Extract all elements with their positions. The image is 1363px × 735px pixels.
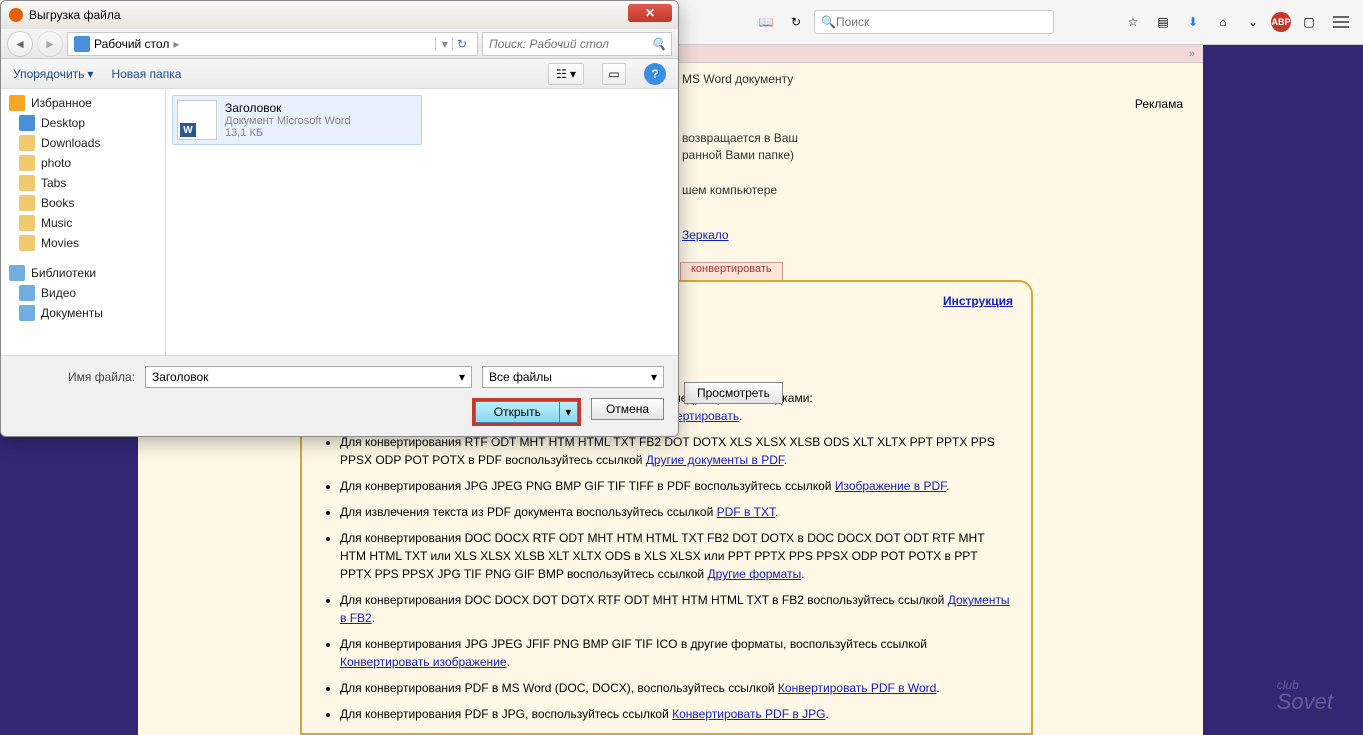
ad-label: Реклама (1135, 97, 1183, 111)
open-dropdown-button[interactable]: ▾ (560, 401, 578, 423)
dialog-sidebar: Избранное Desktop Downloads photo Tabs B… (1, 89, 166, 355)
page-text: возвращается в Ваш (682, 131, 798, 145)
star-icon (9, 95, 25, 111)
home-icon[interactable]: ⌂ (1211, 10, 1235, 34)
sidebar-item-downloads[interactable]: Downloads (1, 133, 165, 153)
folder-icon (19, 235, 35, 251)
page-text: MS Word документу (682, 72, 793, 86)
menu-icon[interactable] (1327, 8, 1355, 36)
filter-select[interactable]: Все файлы▾ (482, 366, 664, 388)
breadcrumb-dropdown-icon[interactable]: ▾ (435, 37, 448, 51)
close-button[interactable]: ✕ (628, 4, 672, 22)
word-file-icon (177, 100, 217, 140)
file-size: 13,1 КБ (225, 127, 351, 139)
pdf-to-word-link[interactable]: Конвертировать PDF в Word (778, 681, 936, 695)
dialog-footer: Имя файла: Заголовок▾ Все файлы▾ Открыть… (1, 355, 678, 436)
file-type: Документ Microsoft Word (225, 115, 351, 127)
chevron-down-icon: ▾ (651, 370, 657, 384)
sidebar-item-documents[interactable]: Документы (1, 303, 165, 323)
file-list[interactable]: Заголовок Документ Microsoft Word 13,1 К… (166, 89, 678, 355)
convert-image-link[interactable]: Конвертировать изображение (340, 655, 507, 669)
organize-button[interactable]: Упорядочить ▾ (13, 67, 93, 81)
sidebar-item-tabs[interactable]: Tabs (1, 173, 165, 193)
open-button-highlight: Открыть ▾ (472, 398, 581, 426)
documents-icon (19, 305, 35, 321)
bookmark-icon[interactable]: ☆ (1121, 10, 1145, 34)
filename-input[interactable]: Заголовок▾ (145, 366, 472, 388)
open-button[interactable]: Открыть (475, 401, 560, 423)
library-icon[interactable]: ▤ (1151, 10, 1175, 34)
mirror-link[interactable]: Зеркало (682, 228, 729, 242)
breadcrumb[interactable]: Рабочий стол ▸ ▾ ↻ (67, 32, 478, 56)
video-icon (19, 285, 35, 301)
file-item[interactable]: Заголовок Документ Microsoft Word 13,1 К… (172, 95, 422, 145)
cancel-button[interactable]: Отмена (591, 398, 664, 420)
search-icon: 🔍 (651, 37, 665, 51)
favorites-header[interactable]: Избранное (1, 93, 165, 113)
desktop-icon (19, 115, 35, 131)
sidebar-item-desktop[interactable]: Desktop (1, 113, 165, 133)
search-input[interactable]: 🔍 (814, 10, 1054, 34)
sidebar-item-books[interactable]: Books (1, 193, 165, 213)
filename-label: Имя файла: (15, 370, 135, 384)
pdf-to-txt-link[interactable]: PDF в TXT (717, 505, 775, 519)
dialog-nav: ◄ ► Рабочий стол ▸ ▾ ↻ 🔍 (1, 29, 678, 59)
dialog-title: Выгрузка файла (29, 8, 121, 22)
dialog-titlebar[interactable]: Выгрузка файла ✕ (1, 1, 678, 29)
forward-button[interactable]: ► (37, 31, 63, 57)
sidebar-item-movies[interactable]: Movies (1, 233, 165, 253)
instructions-link[interactable]: Инструкция (943, 294, 1013, 308)
sidebar-item-music[interactable]: Music (1, 213, 165, 233)
folder-icon (19, 215, 35, 231)
refresh-icon[interactable]: ↻ (784, 10, 808, 34)
pdf-to-jpg-link[interactable]: Конвертировать PDF в JPG (672, 707, 825, 721)
preview-button[interactable]: ▭ (602, 63, 626, 85)
search-field[interactable] (836, 15, 1047, 29)
file-name: Заголовок (225, 101, 351, 115)
file-upload-dialog: Выгрузка файла ✕ ◄ ► Рабочий стол ▸ ▾ ↻ … (0, 0, 679, 437)
refresh-icon[interactable]: ↻ (452, 37, 471, 51)
chevron-down-icon: ▾ (459, 370, 465, 384)
reader-icon[interactable]: 📖 (754, 10, 778, 34)
download-icon[interactable]: ⬇ (1181, 10, 1205, 34)
browse-button[interactable]: Просмотреть (684, 382, 783, 404)
page-text: ранной Вами папке) (682, 148, 794, 162)
page-text: шем компьютере (682, 183, 777, 197)
other-docs-pdf-link[interactable]: Другие документы в PDF (646, 453, 784, 467)
search-icon: 🔍 (821, 15, 836, 29)
dialog-search[interactable]: 🔍 (482, 32, 672, 56)
view-options-button[interactable]: ☷ ▾ (548, 63, 584, 85)
firefox-icon (9, 8, 23, 22)
chevron-down-icon: ▾ (87, 67, 93, 81)
dialog-toolbar: Упорядочить ▾ Новая папка ☷ ▾ ▭ ? (1, 59, 678, 89)
sidebar-item-photo[interactable]: photo (1, 153, 165, 173)
help-button[interactable]: ? (644, 63, 666, 85)
adblock-icon[interactable]: ABP (1271, 12, 1291, 32)
desktop-icon (74, 36, 90, 52)
libraries-header[interactable]: Библиотеки (1, 263, 165, 283)
pocket-icon[interactable]: ⌄ (1241, 10, 1265, 34)
library-icon (9, 265, 25, 281)
sidebar-item-video[interactable]: Видео (1, 283, 165, 303)
folder-icon (19, 195, 35, 211)
folder-icon (19, 175, 35, 191)
settings-icon[interactable]: ▢ (1297, 10, 1321, 34)
image-to-pdf-link[interactable]: Изображение в PDF (835, 479, 946, 493)
dialog-search-input[interactable] (489, 37, 651, 51)
folder-icon (19, 135, 35, 151)
back-button[interactable]: ◄ (7, 31, 33, 57)
folder-icon (19, 155, 35, 171)
other-formats-link[interactable]: Другие форматы (707, 567, 801, 581)
new-folder-button[interactable]: Новая папка (111, 67, 181, 81)
